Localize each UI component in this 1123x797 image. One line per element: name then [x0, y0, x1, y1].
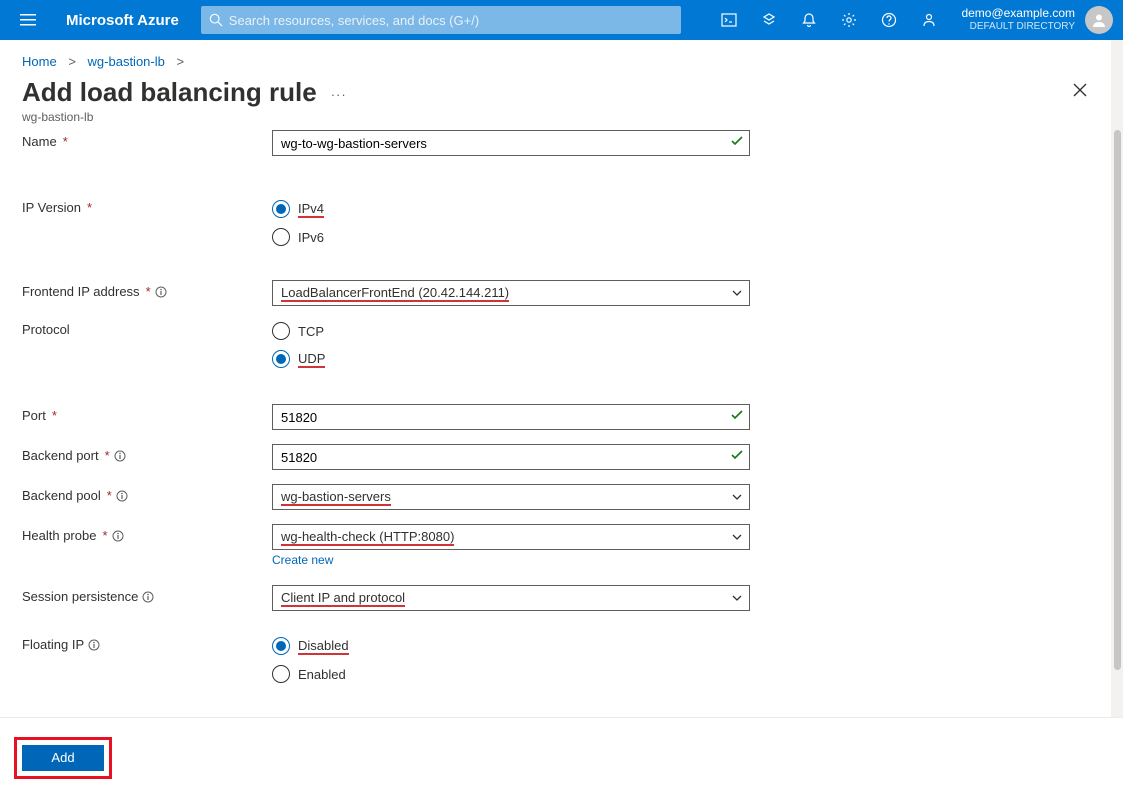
label-protocol: Protocol	[22, 322, 70, 337]
label-port: Port	[22, 408, 46, 423]
backend-pool-select[interactable]: wg-bastion-servers	[272, 484, 750, 510]
required-mark: *	[146, 284, 151, 299]
select-value: Client IP and protocol	[281, 590, 405, 607]
form-scroll[interactable]: Name * IP Version * IPv4 IPv6 Frontend IP …	[0, 130, 1123, 717]
radio-floating-enabled[interactable]: Enabled	[272, 661, 750, 687]
top-bar: Microsoft Azure demo@example.com DEFAULT…	[0, 0, 1123, 40]
title-bar: Add load balancing rule ···	[0, 77, 1123, 108]
topbar-icons	[709, 0, 949, 40]
radio-ipv6[interactable]: IPv6	[272, 224, 750, 250]
radio-label: Disabled	[298, 638, 349, 655]
radio-label: TCP	[298, 324, 324, 339]
brand-label[interactable]: Microsoft Azure	[48, 12, 201, 29]
frontend-ip-select[interactable]: LoadBalancerFrontEnd (20.42.144.211)	[272, 280, 750, 306]
required-mark: *	[87, 200, 92, 215]
menu-icon[interactable]	[8, 0, 48, 40]
select-value: LoadBalancerFrontEnd (20.42.144.211)	[281, 285, 509, 302]
info-icon[interactable]	[112, 530, 124, 542]
help-icon[interactable]	[869, 0, 909, 40]
label-floatingip: Floating IP	[22, 637, 84, 652]
add-button-highlight: Add	[14, 737, 112, 779]
create-new-link[interactable]: Create new	[272, 553, 333, 567]
label-sessionpersist: Session persistence	[22, 589, 138, 604]
breadcrumb-sep: >	[68, 54, 76, 69]
select-value: wg-health-check (HTTP:8080)	[281, 529, 454, 546]
radio-udp[interactable]: UDP	[272, 346, 750, 372]
close-icon[interactable]	[1073, 83, 1087, 100]
label-backendpool: Backend pool	[22, 488, 101, 503]
add-button[interactable]: Add	[22, 745, 104, 771]
radio-ipv4[interactable]: IPv4	[272, 196, 750, 222]
radio-label: IPv6	[298, 230, 324, 245]
radio-label: IPv4	[298, 201, 324, 218]
account-block[interactable]: demo@example.com DEFAULT DIRECTORY	[949, 6, 1081, 34]
port-input[interactable]	[272, 404, 750, 430]
radio-label: Enabled	[298, 667, 346, 682]
name-input[interactable]	[272, 130, 750, 156]
label-backendport: Backend port	[22, 448, 99, 463]
radio-tcp[interactable]: TCP	[272, 318, 750, 344]
info-icon[interactable]	[116, 490, 128, 502]
info-icon[interactable]	[142, 591, 154, 603]
radio-floating-disabled[interactable]: Disabled	[272, 633, 750, 659]
breadcrumb-item[interactable]: wg-bastion-lb	[88, 54, 165, 69]
required-mark: *	[107, 488, 112, 503]
breadcrumb-sep: >	[176, 54, 184, 69]
chevron-down-icon	[731, 531, 743, 546]
required-mark: *	[63, 134, 68, 149]
breadcrumb: Home > wg-bastion-lb >	[0, 40, 1123, 77]
notifications-icon[interactable]	[789, 0, 829, 40]
checkmark-icon	[730, 408, 744, 425]
chevron-down-icon	[731, 491, 743, 506]
footer: Add	[0, 717, 1123, 797]
required-mark: *	[52, 408, 57, 423]
radio-label: UDP	[298, 351, 325, 368]
cloud-shell-icon[interactable]	[709, 0, 749, 40]
avatar[interactable]	[1085, 6, 1113, 34]
label-ipversion: IP Version	[22, 200, 81, 215]
directories-icon[interactable]	[749, 0, 789, 40]
chevron-down-icon	[731, 592, 743, 607]
info-icon[interactable]	[114, 450, 126, 462]
settings-icon[interactable]	[829, 0, 869, 40]
label-healthprobe: Health probe	[22, 528, 96, 543]
checkmark-icon	[730, 134, 744, 151]
search-input[interactable]	[229, 13, 673, 28]
label-name: Name	[22, 134, 57, 149]
label-frontendip: Frontend IP address	[22, 284, 140, 299]
required-mark: *	[105, 448, 110, 463]
breadcrumb-home[interactable]: Home	[22, 54, 57, 69]
info-icon[interactable]	[155, 286, 167, 298]
checkmark-icon	[730, 448, 744, 465]
account-email: demo@example.com	[961, 6, 1075, 20]
backend-port-input[interactable]	[272, 444, 750, 470]
feedback-icon[interactable]	[909, 0, 949, 40]
select-value: wg-bastion-servers	[281, 489, 391, 506]
info-icon[interactable]	[88, 639, 100, 651]
health-probe-select[interactable]: wg-health-check (HTTP:8080)	[272, 524, 750, 550]
search-box[interactable]	[201, 6, 681, 34]
page-title: Add load balancing rule	[22, 77, 317, 108]
session-persistence-select[interactable]: Client IP and protocol	[272, 585, 750, 611]
required-mark: *	[102, 528, 107, 543]
account-directory: DEFAULT DIRECTORY	[961, 20, 1075, 34]
chevron-down-icon	[731, 287, 743, 302]
more-icon[interactable]: ···	[331, 87, 347, 102]
